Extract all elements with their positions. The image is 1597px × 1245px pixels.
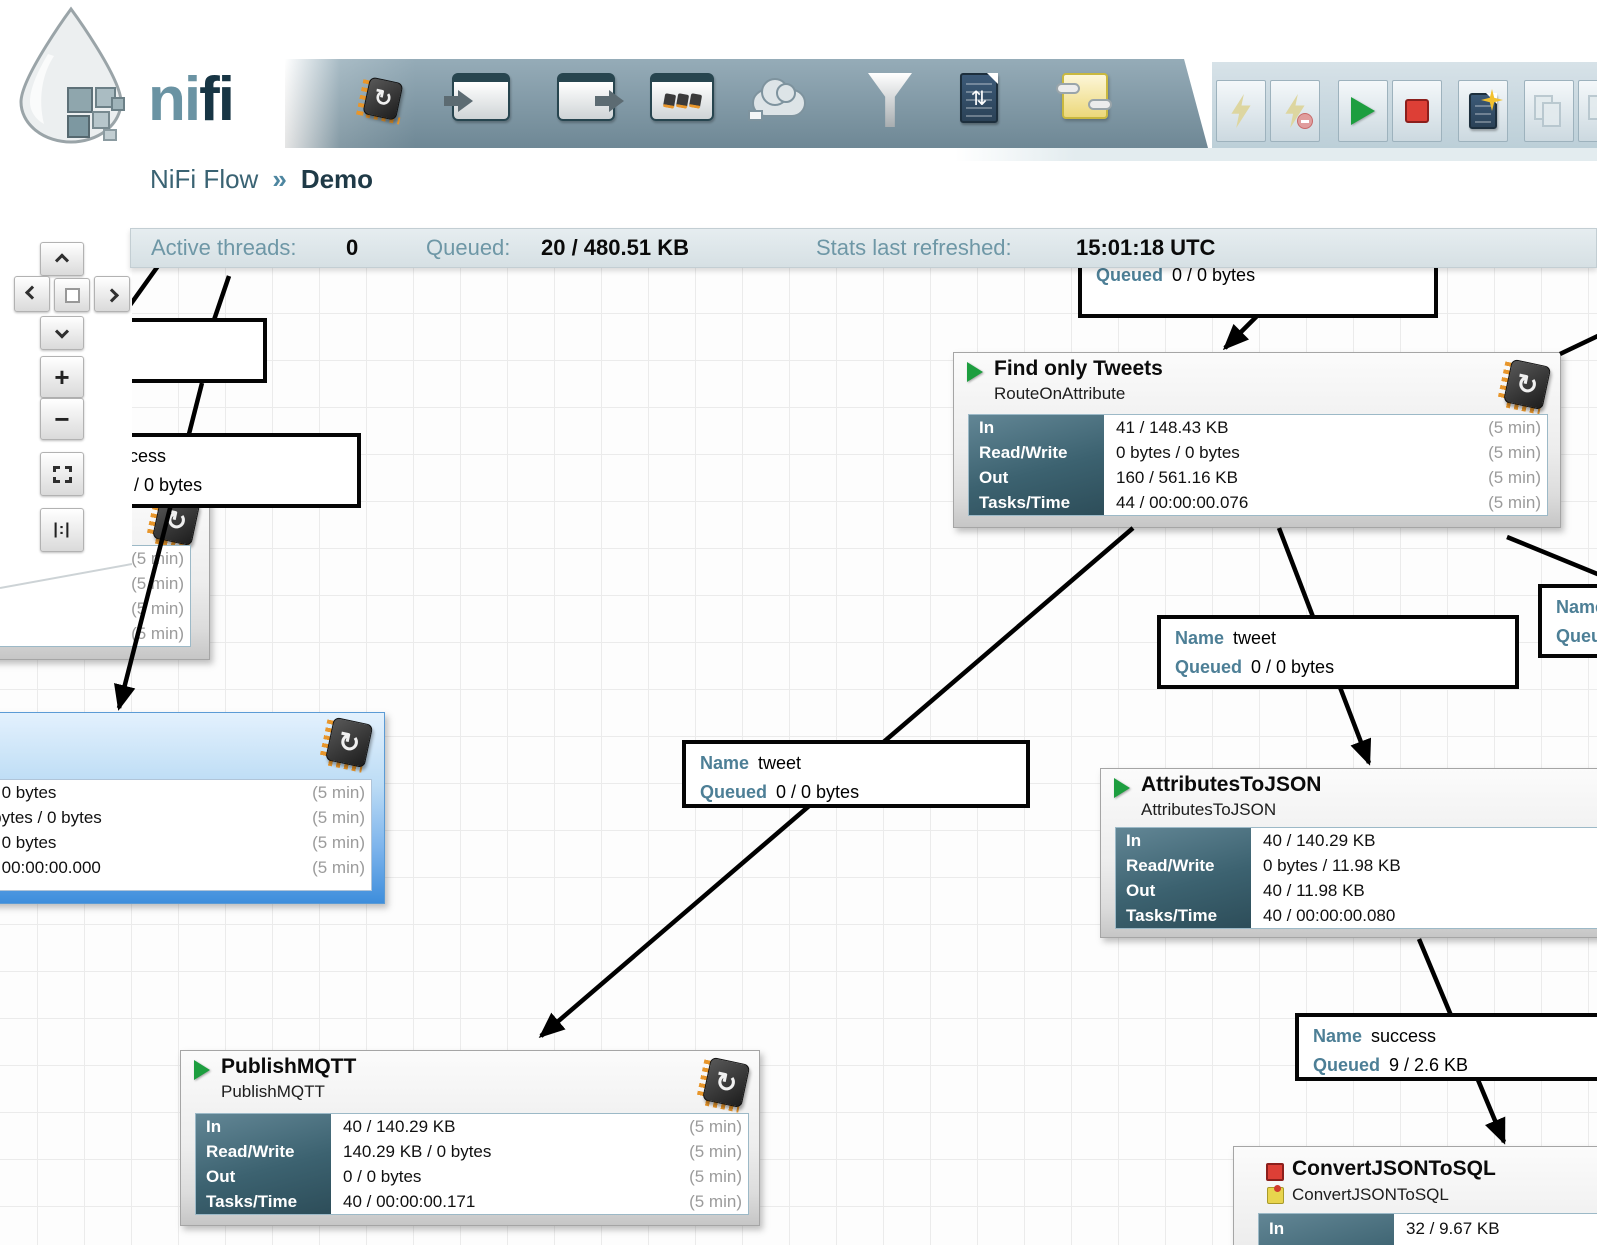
zoom-fit-button[interactable] — [40, 452, 84, 496]
running-icon — [1114, 778, 1130, 798]
connection-label-tweet-right[interactable]: Name tweet Queued 0 / 0 bytes — [1157, 615, 1519, 689]
component-toolbar: ↻ ⇅ — [285, 59, 1208, 148]
connection-label-tweet-center[interactable]: Name tweet Queued 0 / 0 bytes — [682, 740, 1030, 808]
processor-type: PublishMQTT — [221, 1082, 325, 1101]
processor-header: PublishMQTT PublishMQTT ↻ — [181, 1051, 759, 1113]
pan-left-button[interactable] — [14, 276, 50, 312]
processor-header: ConvertJSONToSQL ConvertJSONToSQL — [1234, 1147, 1597, 1213]
enable-button[interactable] — [1216, 80, 1266, 142]
zoom-actual-size-button[interactable]: |:| — [40, 508, 84, 552]
active-threads-value: 0 — [346, 235, 359, 260]
new-output-port-icon[interactable] — [557, 73, 624, 121]
queued-label: Queued: — [426, 235, 511, 260]
copy-icon — [1534, 95, 1564, 127]
queued-value: 20 / 480.51 KB — [541, 235, 689, 260]
processor-type: ConvertJSONToSQL — [1292, 1185, 1449, 1204]
new-input-port-icon[interactable] — [444, 73, 510, 121]
bulletin-icon — [1267, 1185, 1284, 1204]
chevron-up-icon — [54, 253, 70, 268]
new-template-icon[interactable]: ⇅ — [960, 73, 998, 123]
processor-stats: In 41 / 148.43 KB (5 min) Read/Write 0 byte… — [968, 414, 1548, 516]
play-icon — [1351, 97, 1375, 125]
new-remote-process-group-icon[interactable] — [748, 73, 806, 121]
new-processor-icon[interactable]: ↻ — [355, 75, 404, 125]
processor-header: ↻ — [0, 713, 384, 773]
chevron-right-icon — [104, 288, 120, 303]
copy-button[interactable] — [1524, 80, 1574, 142]
lightning-icon — [1231, 94, 1251, 128]
nifi-logo — [19, 6, 125, 144]
toolbar-shadow — [955, 148, 1597, 161]
processor-partial-selected[interactable]: ↻ 0 / 0 bytes(5 min) 0 bytes / 0 bytes(5… — [0, 712, 385, 904]
processor-chip-icon: ↻ — [319, 716, 374, 773]
processor-name: AttributesToJSON — [1141, 773, 1322, 796]
new-label-icon[interactable] — [1056, 73, 1112, 119]
processor-chip-icon: ↻ — [696, 1056, 751, 1113]
chevron-down-icon — [54, 324, 70, 339]
processor-stats: In32 / 9.67 KB(5 min) — [1258, 1213, 1597, 1245]
processor-type: RouteOnAttribute — [994, 384, 1126, 403]
nifi-wordmark: nifi — [148, 65, 235, 134]
start-button[interactable] — [1338, 80, 1388, 142]
breadcrumb: NiFi Flow » Demo — [150, 164, 373, 195]
processor-name: PublishMQTT — [221, 1055, 357, 1078]
pan-center-button[interactable] — [54, 278, 90, 312]
connection-label-empty[interactable] — [126, 318, 267, 383]
nifi-app: ↻ (5 min) (5 min) (5 min) (5 min) ↻ 0 / … — [0, 0, 1597, 1245]
stopped-icon — [1266, 1163, 1284, 1181]
stop-button[interactable] — [1392, 80, 1442, 142]
center-square-icon — [64, 287, 80, 303]
connection-label-edge-partial[interactable]: Name Queued — [1538, 584, 1597, 658]
funnel-icon[interactable] — [868, 73, 912, 127]
processor-header: Find only Tweets RouteOnAttribute ↻ — [954, 353, 1560, 415]
new-process-group-icon[interactable] — [650, 73, 714, 121]
zoom-out-button[interactable]: − — [40, 398, 84, 440]
fit-icon — [52, 465, 72, 483]
stats-bar: Active threads: 0 Queued: 20 / 480.51 KB… — [130, 228, 1597, 268]
processor-convert-json-to-sql[interactable]: ConvertJSONToSQL ConvertJSONToSQL In 32 /… — [1233, 1146, 1597, 1245]
pan-down-button[interactable] — [40, 316, 84, 350]
processor-chip-icon: ↻ — [1497, 358, 1552, 415]
running-icon — [194, 1060, 210, 1080]
processor-stats: 0 / 0 bytes(5 min) 0 bytes / 0 bytes(5 m… — [0, 779, 372, 891]
pan-up-button[interactable] — [40, 242, 84, 276]
stop-icon — [1405, 99, 1429, 123]
breadcrumb-current[interactable]: Demo — [301, 164, 373, 194]
paste-icon — [1588, 95, 1597, 127]
processor-publish-mqtt[interactable]: PublishMQTT PublishMQTT ↻ In 40 / 140.29 … — [180, 1050, 760, 1226]
no-badge-icon — [1297, 113, 1313, 129]
processor-stats: In40 / 140.29 KB(5 min) Read/Write0 byte… — [1115, 827, 1597, 929]
refreshed-label: Stats last refreshed: — [816, 235, 1012, 260]
processor-name: ConvertJSONToSQL — [1292, 1157, 1496, 1180]
processor-header: AttributesToJSON AttributesToJSON — [1101, 769, 1597, 829]
processor-find-only-tweets[interactable]: Find only Tweets RouteOnAttribute ↻ In 41… — [953, 352, 1561, 528]
breadcrumb-root[interactable]: NiFi Flow — [150, 164, 258, 194]
running-icon — [967, 362, 983, 382]
chevron-left-icon — [24, 285, 40, 300]
breadcrumb-separator-icon: » — [272, 164, 287, 194]
refreshed-value: 15:01:18 UTC — [1076, 235, 1216, 260]
processor-attributes-to-json[interactable]: AttributesToJSON AttributesToJSON In 40 /… — [1100, 768, 1597, 938]
connection-label-success-right[interactable]: Name success Queued 9 / 2.6 KB — [1295, 1013, 1597, 1081]
processor-type: AttributesToJSON — [1141, 800, 1277, 819]
active-threads-label: Active threads: — [151, 235, 297, 260]
zoom-in-button[interactable]: + — [40, 356, 84, 398]
disable-button[interactable] — [1270, 80, 1320, 142]
processor-stats: In 40 / 140.29 KB (5 min) Read/Write 140.29… — [195, 1113, 749, 1215]
create-template-button[interactable] — [1458, 80, 1508, 142]
paste-button[interactable] — [1578, 80, 1597, 142]
pan-right-button[interactable] — [94, 276, 130, 312]
processor-name: Find only Tweets — [994, 357, 1163, 380]
